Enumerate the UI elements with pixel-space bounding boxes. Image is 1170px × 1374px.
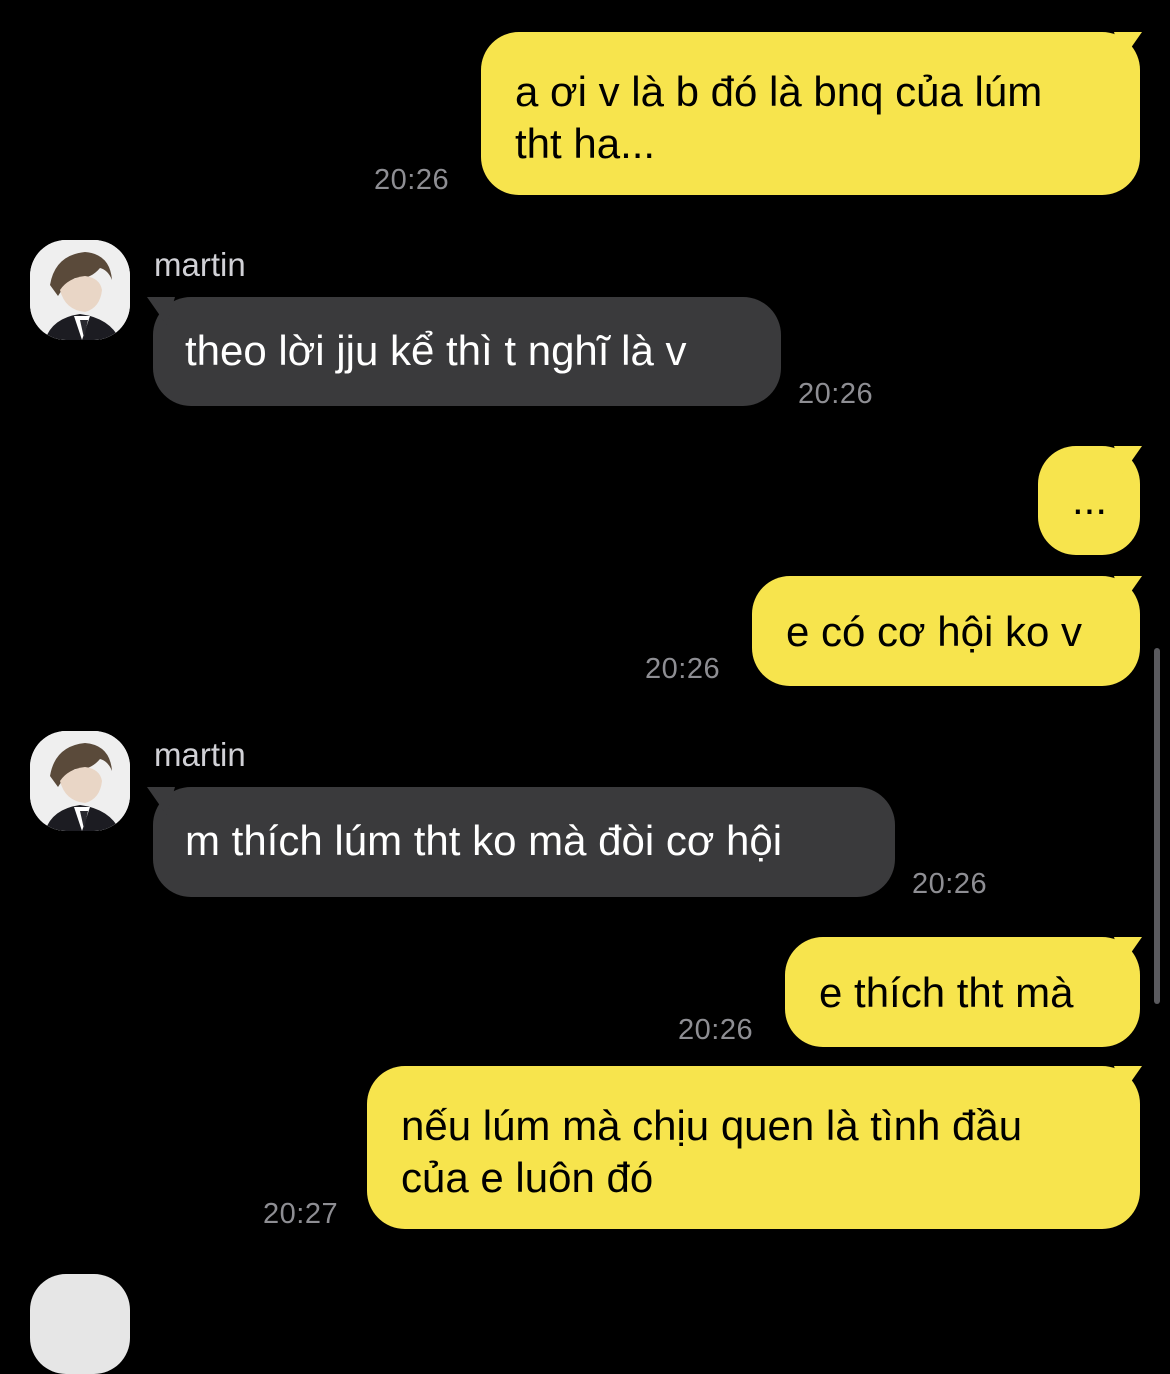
message-timestamp: 20:26: [912, 868, 988, 900]
incoming-message-bubble[interactable]: m thích lúm tht ko mà đòi cơ hội: [153, 787, 895, 897]
message-timestamp: 20:26: [798, 378, 874, 410]
sender-avatar[interactable]: [30, 731, 130, 831]
outgoing-message-bubble[interactable]: a ơi v là b đó là bnq của lúm tht ha...: [481, 32, 1140, 195]
message-timestamp: 20:26: [645, 653, 721, 685]
outgoing-message-bubble[interactable]: ...: [1038, 446, 1140, 555]
message-text: e thích tht mà: [819, 969, 1074, 1016]
outgoing-message-bubble[interactable]: e có cơ hội ko v: [752, 576, 1140, 686]
scrollbar[interactable]: [1154, 648, 1160, 1004]
message-timestamp: 20:26: [678, 1014, 754, 1046]
outgoing-message-bubble[interactable]: nếu lúm mà chịu quen là tình đầu của e l…: [367, 1066, 1140, 1229]
message-text-line: a ơi v là b đó là bnq của lúm: [515, 68, 1043, 115]
message-timestamp: 20:27: [263, 1198, 339, 1230]
sender-name: martin: [154, 736, 246, 773]
message-text-line: của e luôn đó: [401, 1154, 654, 1201]
message-text-line: tht ha...: [515, 120, 656, 167]
user-avatar-photo-icon: [30, 731, 130, 831]
sender-avatar[interactable]: [30, 240, 130, 340]
sender-avatar[interactable]: [30, 1274, 130, 1374]
message-text: theo lời jju kể thì t nghĩ là v: [185, 327, 687, 374]
incoming-message-bubble[interactable]: theo lời jju kể thì t nghĩ là v: [153, 297, 781, 406]
message-timestamp: 20:26: [374, 164, 450, 196]
message-text-line: nếu lúm mà chịu quen là tình đầu: [401, 1102, 1023, 1149]
message-text: ...: [1072, 476, 1108, 523]
outgoing-message-bubble[interactable]: e thích tht mà: [785, 937, 1140, 1047]
sender-name: martin: [154, 246, 246, 283]
user-avatar-photo-icon: [30, 240, 130, 340]
message-text: e có cơ hội ko v: [786, 608, 1083, 655]
message-text: m thích lúm tht ko mà đòi cơ hội: [185, 817, 783, 864]
